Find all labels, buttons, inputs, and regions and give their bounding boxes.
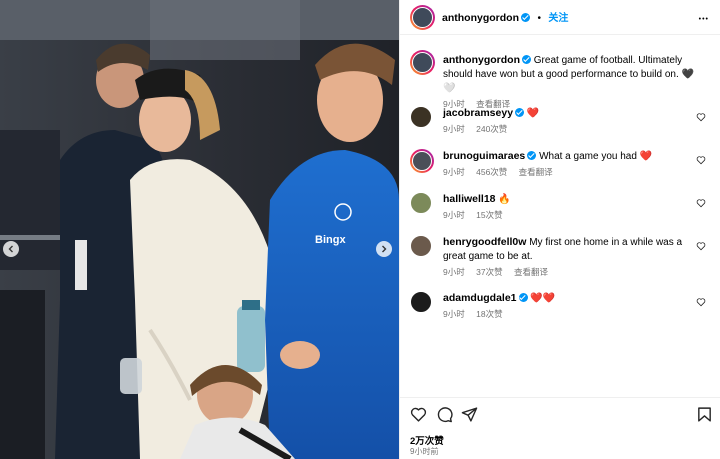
comment-avatar[interactable] — [410, 149, 434, 173]
comment-text: ❤️ — [526, 108, 540, 119]
comment-like-icon[interactable] — [696, 112, 706, 122]
jacket-logo-text: Bingx — [315, 234, 346, 246]
comment-text: 🔥 — [498, 194, 511, 205]
more-icon: ••• — [698, 16, 709, 23]
verified-icon — [521, 13, 530, 22]
comment-time: 9小时 — [443, 124, 465, 134]
comment-avatar[interactable] — [410, 291, 432, 313]
post-panel: anthonygordon • 关注 ••• anthonygordon Gre… — [399, 0, 720, 459]
comment-likes[interactable]: 15次赞 — [476, 210, 502, 220]
comment-likes[interactable]: 37次赞 — [476, 267, 502, 277]
comment-avatar[interactable] — [410, 235, 432, 257]
verified-icon — [518, 293, 528, 302]
author-username[interactable]: anthonygordon — [442, 12, 519, 24]
comment-time: 9小时 — [443, 267, 465, 277]
comment-likes[interactable]: 240次赞 — [476, 124, 507, 134]
comment-meta: 9小时 37次赞 查看翻译 — [443, 266, 695, 278]
likes-count[interactable]: 2万次赞 — [410, 433, 444, 447]
heart-icon[interactable] — [410, 406, 427, 423]
comment-meta: 9小时 18次赞 — [443, 308, 695, 320]
chevron-left-icon — [8, 245, 13, 253]
comment-username[interactable]: halliwell18 — [443, 193, 496, 205]
carousel-prev-button[interactable] — [3, 241, 19, 257]
send-icon[interactable] — [461, 406, 478, 423]
comment-meta: 9小时 240次赞 — [443, 123, 695, 135]
comment-likes[interactable]: 18次赞 — [476, 309, 502, 319]
comment-time: 9小时 — [443, 309, 465, 319]
comment-like-icon[interactable] — [696, 198, 706, 208]
see-translation-link[interactable]: 查看翻译 — [519, 167, 553, 177]
bookmark-icon[interactable] — [696, 406, 713, 423]
comment-likes[interactable]: 456次赞 — [476, 167, 507, 177]
comment-like-icon[interactable] — [696, 241, 706, 251]
comment-like-icon[interactable] — [696, 297, 706, 307]
separator-dot: • — [537, 13, 541, 24]
comment-text: ❤️❤️ — [530, 293, 556, 304]
comment-username[interactable]: brunoguimaraes — [443, 150, 525, 162]
comment-time: 9小时 — [443, 167, 465, 177]
comment-username[interactable]: henrygoodfell0w — [443, 236, 526, 248]
comment-icon[interactable] — [436, 406, 453, 423]
post-photo[interactable]: Bingx — [0, 0, 399, 459]
post-header: anthonygordon • 关注 ••• — [400, 0, 720, 35]
comment-meta: 9小时 15次赞 — [443, 209, 695, 221]
comment-meta: 9小时 456次赞 查看翻译 — [443, 166, 695, 178]
comment-avatar[interactable] — [410, 192, 432, 214]
comment-time: 9小时 — [443, 210, 465, 220]
comment-like-icon[interactable] — [696, 155, 706, 165]
see-translation-link[interactable]: 查看翻译 — [514, 267, 548, 277]
comment-avatar[interactable] — [410, 106, 432, 128]
chevron-right-icon — [382, 245, 387, 253]
verified-icon — [527, 151, 537, 160]
follow-button[interactable]: 关注 — [548, 13, 568, 24]
caption-avatar[interactable] — [410, 50, 435, 75]
author-avatar[interactable] — [410, 5, 435, 30]
comment-username[interactable]: jacobramseyy — [443, 107, 513, 119]
verified-icon — [515, 108, 525, 117]
carousel-next-button[interactable] — [376, 241, 392, 257]
more-options-button[interactable]: ••• — [699, 9, 709, 27]
photo-image: Bingx — [0, 0, 399, 459]
post-actions: 2万次赞 9小时前 — [400, 397, 720, 459]
caption-username[interactable]: anthonygordon — [443, 54, 520, 66]
verified-icon — [522, 55, 531, 64]
comment-username[interactable]: adamdugdale1 — [443, 292, 517, 304]
comment-text: What a game you had ❤️ — [539, 151, 653, 162]
post-time: 9小时前 — [410, 447, 439, 456]
